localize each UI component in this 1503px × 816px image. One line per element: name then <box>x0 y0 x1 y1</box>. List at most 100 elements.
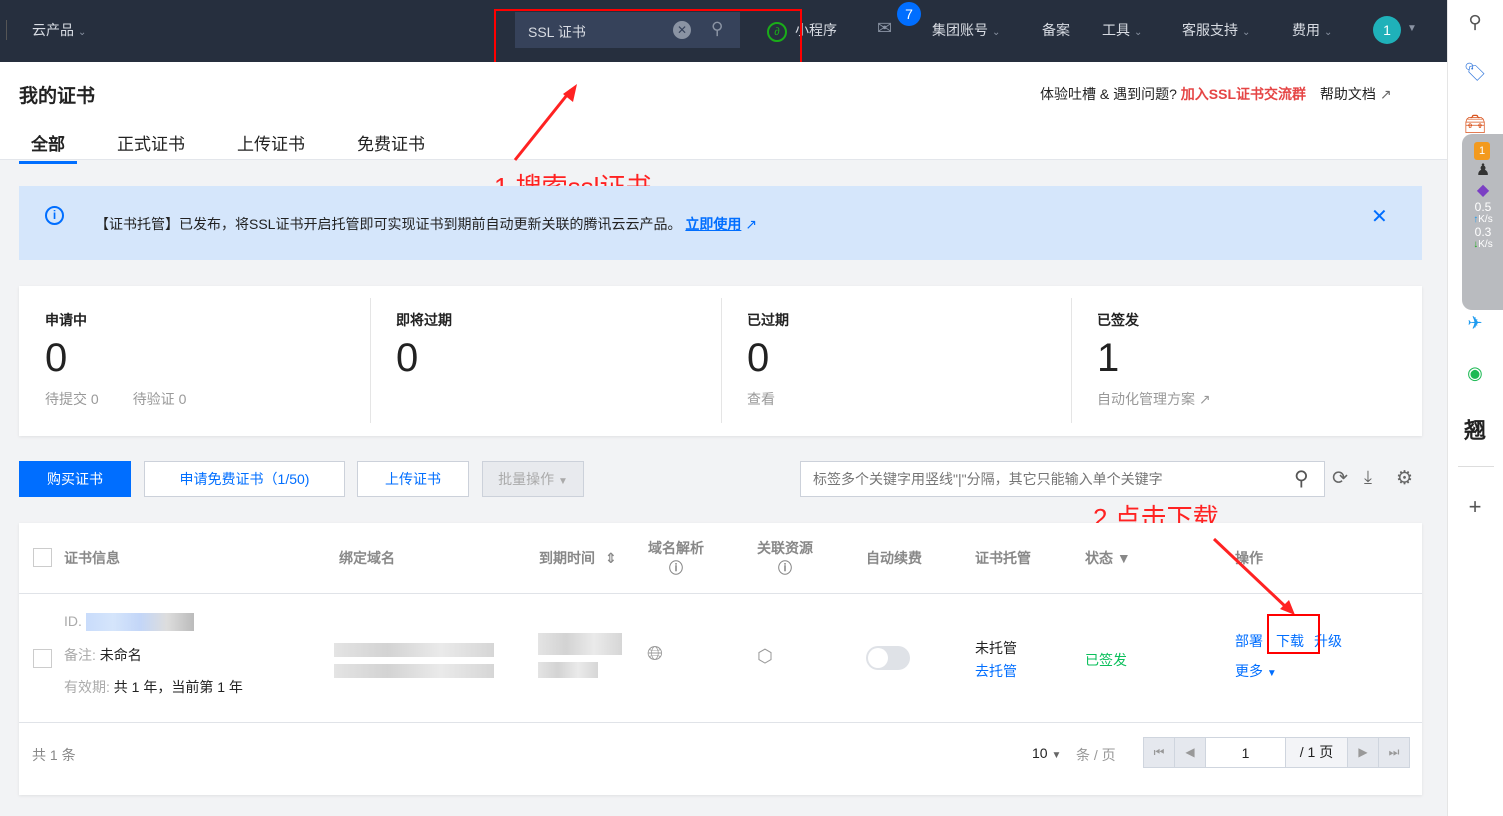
per-page-label: 条 / 页 <box>1076 747 1116 763</box>
cert-id: ID. <box>64 613 194 632</box>
stat-issued: 已签发 1 自动化管理方案 ↗ <box>1071 310 1421 425</box>
join-group-link[interactable]: 加入SSL证书交流群 <box>1181 86 1306 102</box>
stat-value: 1 <box>1097 336 1120 380</box>
stat-title: 申请中 <box>45 312 87 328</box>
prev-page-button[interactable]: ◀ <box>1174 737 1206 768</box>
column-header-domain: 绑定域名 <box>339 550 395 566</box>
search-icon[interactable]: ⚲ <box>1462 12 1488 38</box>
redacted-id <box>85 613 194 632</box>
download-speed: 0.3 <box>1474 225 1492 239</box>
upload-certificate-button[interactable]: 上传证书 <box>357 461 469 497</box>
redacted-domain <box>334 664 494 678</box>
annotation-box-download <box>1267 614 1320 654</box>
chevron-down-icon: ⌄ <box>78 27 87 38</box>
browser-sidebar: ⚲ 🏷︎ 🧰︎ 1 ♟ ◆ 0.5 ↑K/s 0.3 ↓K/s ✈ ◉ 翘 + <box>1447 0 1503 816</box>
caret-down-icon[interactable]: ▼ <box>1407 23 1417 34</box>
nav-label: 集团账号 <box>932 22 988 38</box>
validity-value: 共 1 年，当前第 1 年 <box>113 679 243 695</box>
more-label: 更多 <box>1235 663 1263 679</box>
header-label: 关联资源 <box>757 540 813 556</box>
stat-expired: 已过期 0 查看 <box>721 310 1071 425</box>
download-icon[interactable]: ⤓ <box>1364 467 1372 488</box>
stat-value: 0 <box>747 336 770 380</box>
remark-value: 未命名 <box>99 647 142 663</box>
tab-free[interactable]: 免费证书 <box>357 130 425 155</box>
cube-icon[interactable]: ⬡ <box>757 646 773 667</box>
refresh-icon[interactable]: ⟳ <box>1332 467 1348 490</box>
first-page-button[interactable]: ⏮ <box>1143 737 1175 768</box>
apply-free-certificate-button[interactable]: 申请免费证书（1/50) <box>144 461 345 497</box>
search-icon[interactable]: ⚲ <box>1294 466 1309 491</box>
chevron-down-icon: ⌄ <box>1134 27 1143 38</box>
banner-link[interactable]: 立即使用 <box>685 216 741 232</box>
mail-badge: 7 <box>897 2 921 26</box>
last-page-button[interactable]: ⏭ <box>1378 737 1410 768</box>
sort-icon: ⇕ <box>604 550 617 566</box>
annotation-arrow <box>1212 537 1295 615</box>
avatar[interactable]: 1 <box>1373 16 1401 44</box>
go-host-link[interactable]: 去托管 <box>975 661 1017 681</box>
select-all-checkbox[interactable] <box>33 548 52 567</box>
info-icon[interactable]: ⓘ <box>648 558 704 578</box>
settings-gear-icon[interactable]: ⚙ <box>1396 467 1413 490</box>
view-link[interactable]: 查看 <box>747 389 1071 409</box>
tag-icon[interactable]: 🏷︎ <box>1462 62 1488 88</box>
automation-link[interactable]: 自动化管理方案 <box>1097 391 1195 407</box>
nav-beian[interactable]: 备案 <box>1042 20 1070 40</box>
info-banner: i 【证书托管】已发布，将SSL证书开启托管即可实现证书到期前自动更新关联的腾讯… <box>19 186 1422 260</box>
nav-cloud-products[interactable]: 云产品 ⌄ <box>32 20 86 40</box>
nav-label: 客服支持 <box>1182 22 1238 38</box>
page-size-select[interactable]: 10 ▼ <box>1032 745 1061 761</box>
nav-fees[interactable]: 费用 ⌄ <box>1292 20 1332 40</box>
mail-icon[interactable]: ✉ <box>877 18 892 39</box>
page-number-input[interactable] <box>1205 737 1286 768</box>
batch-operation-button[interactable]: 批量操作 ▼ <box>482 461 584 497</box>
validity-label: 有效期: <box>64 679 110 695</box>
stat-title: 已过期 <box>747 312 789 328</box>
spotify-icon[interactable]: ◉ <box>1462 363 1488 389</box>
external-link-icon: ↗ <box>1198 391 1211 407</box>
send-icon[interactable]: ✈ <box>1462 313 1488 339</box>
more-dropdown[interactable]: 更多 ▼ <box>1235 661 1277 681</box>
extension-panel: 1 ♟ ◆ 0.5 ↑K/s 0.3 ↓K/s <box>1462 134 1503 310</box>
nav-group-account[interactable]: 集团账号 ⌄ <box>932 20 1000 40</box>
certificate-search-input[interactable] <box>800 461 1325 497</box>
page-header: 我的证书 体验吐槽 & 遇到问题? 加入SSL证书交流群 帮助文档 ↗ 全部 正… <box>0 62 1447 164</box>
feedback-text: 体验吐槽 & 遇到问题? <box>1040 86 1177 102</box>
buy-certificate-button[interactable]: 购买证书 <box>19 461 131 497</box>
total-pages: / 1 页 <box>1285 737 1348 768</box>
add-icon[interactable]: + <box>1462 494 1488 520</box>
row-checkbox[interactable] <box>33 649 52 668</box>
stat-value: 0 <box>396 336 419 380</box>
globe-icon[interactable]: 🌐︎ <box>647 643 663 666</box>
auto-renew-toggle[interactable] <box>866 646 910 670</box>
redacted-expiry <box>538 662 598 678</box>
app-icon[interactable]: 翘 <box>1462 413 1488 443</box>
help-docs-link[interactable]: 帮助文档 <box>1320 86 1376 102</box>
info-icon[interactable]: ⓘ <box>757 558 813 578</box>
nav-tools[interactable]: 工具 ⌄ <box>1102 20 1142 40</box>
redacted-expiry <box>538 633 622 655</box>
status-badge: 已签发 <box>1085 652 1127 668</box>
tab-all[interactable]: 全部 <box>19 130 77 164</box>
header-label: 域名解析 <box>648 540 704 556</box>
next-page-button[interactable]: ▶ <box>1347 737 1379 768</box>
stat-title: 已签发 <box>1097 312 1139 328</box>
chevron-down-icon: ⌄ <box>1324 27 1333 38</box>
close-icon[interactable]: ✕ <box>1371 204 1388 229</box>
stat-pending-verify[interactable]: 待验证 0 <box>133 391 187 407</box>
tab-uploaded[interactable]: 上传证书 <box>237 130 305 155</box>
column-header-expiry[interactable]: 到期时间 ⇕ <box>539 548 617 568</box>
redacted-domain <box>334 643 494 657</box>
column-header-status[interactable]: 状态 ▼ <box>1085 548 1131 568</box>
stat-pending-submit[interactable]: 待提交 0 <box>45 391 99 407</box>
header-label: 状态 <box>1085 550 1113 566</box>
nav-support[interactable]: 客服支持 ⌄ <box>1182 20 1250 40</box>
deploy-link[interactable]: 部署 <box>1235 631 1263 651</box>
caret-down-icon: ▼ <box>1266 668 1277 679</box>
column-header-dns: 域名解析 ⓘ <box>648 538 704 578</box>
tab-formal[interactable]: 正式证书 <box>117 130 185 155</box>
office-icon: ◆ <box>1476 182 1490 199</box>
stat-applying: 申请中 0 待提交 0 待验证 0 <box>19 310 369 425</box>
column-header-cert-info: 证书信息 <box>64 550 120 566</box>
